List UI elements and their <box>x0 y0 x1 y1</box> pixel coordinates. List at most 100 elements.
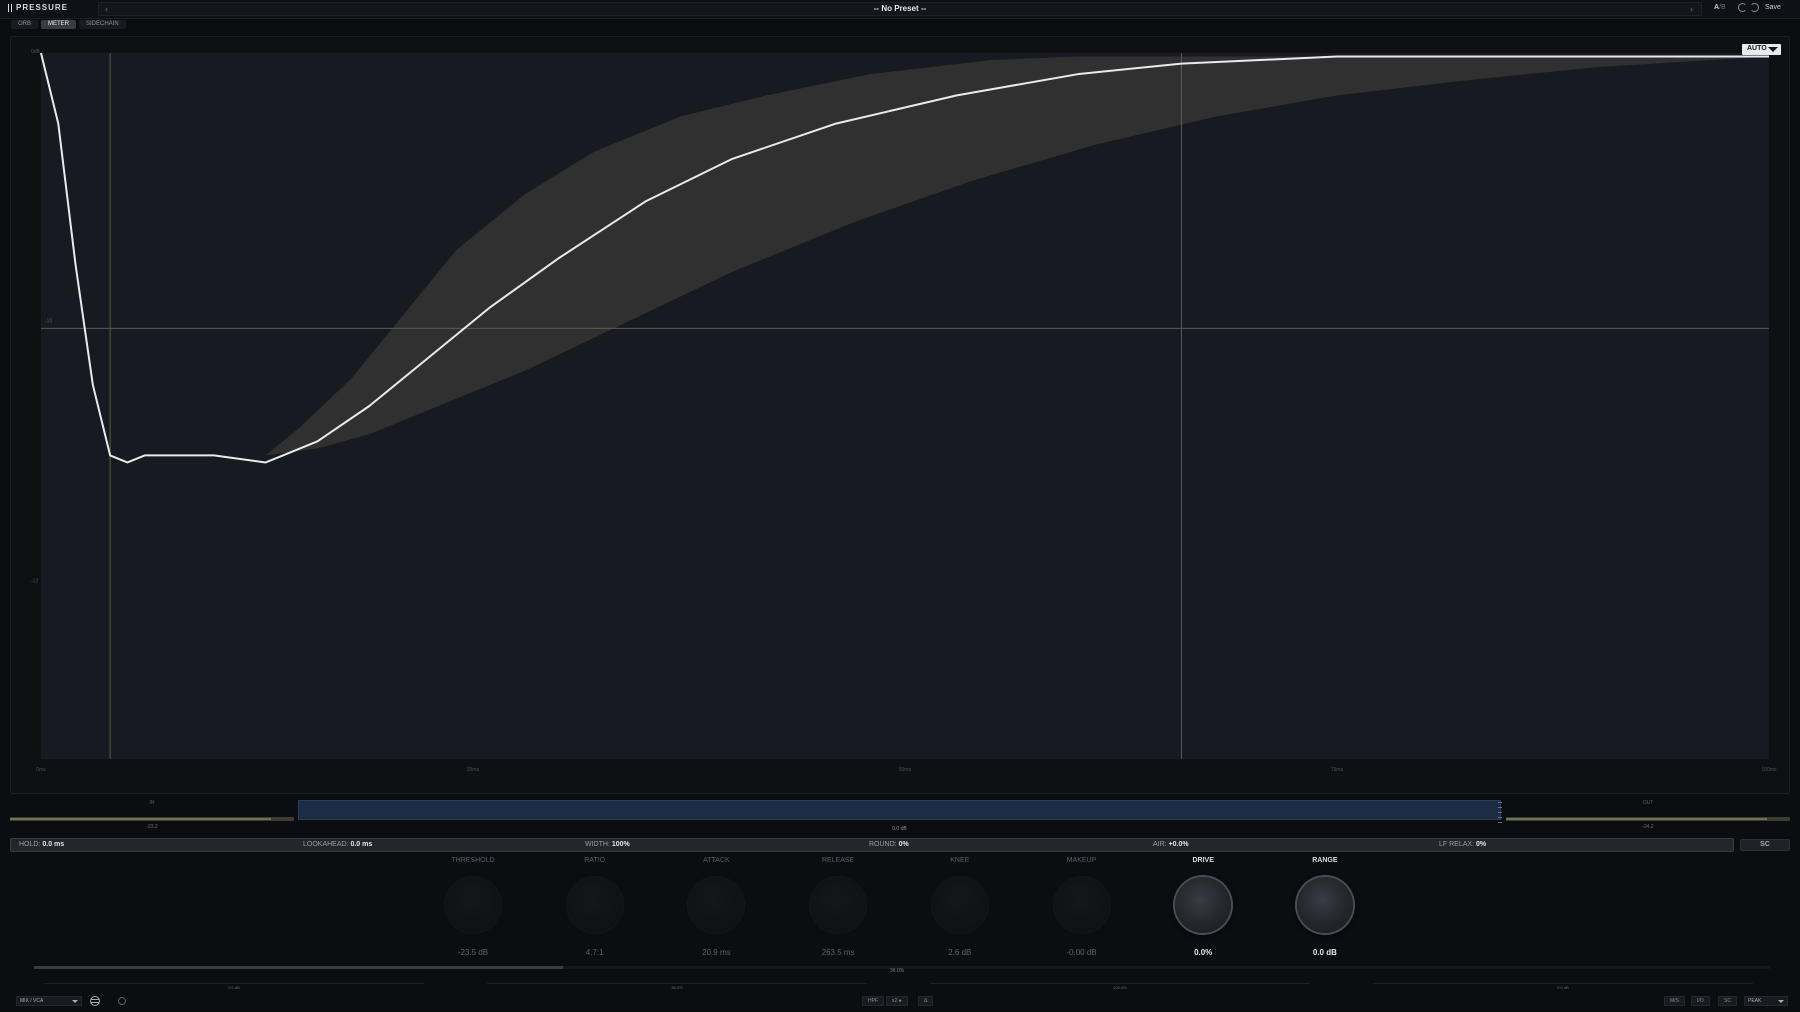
knob-dial[interactable] <box>1175 877 1232 933</box>
tab-sidechain[interactable]: SIDECHAIN <box>79 20 126 29</box>
param-label: LOOKAHEAD: <box>303 841 349 848</box>
auto-scale-label: AUTO <box>1747 45 1767 52</box>
knob-label: RATIO <box>584 857 606 864</box>
footer-button-0[interactable]: HPF <box>862 996 884 1006</box>
footer-io-button[interactable]: I/O <box>1691 996 1710 1006</box>
sub-slider-2[interactable]: 36.0% <box>487 980 867 992</box>
knob-drive[interactable]: DRIVE 0.0% <box>1163 857 1243 957</box>
footer-button-1[interactable]: x2 ● <box>886 996 908 1006</box>
detection-select[interactable]: PEAK <box>1744 996 1788 1006</box>
x-tick-label: 100ms <box>1761 767 1777 773</box>
param-label: WIDTH: <box>585 841 610 848</box>
sub-slider-4[interactable]: 0.0 dB <box>1373 980 1753 992</box>
param-round[interactable]: ROUND: 0% <box>869 841 909 848</box>
param-width[interactable]: WIDTH: 100% <box>585 841 630 848</box>
knob-value: 20.9 ms <box>702 948 731 957</box>
input-meter-value: -23.2 <box>146 824 158 830</box>
gain-reduction-graph: 0ms 25ms 50ms 75ms 100ms 0dB -12 -10 AUTO <box>10 36 1790 794</box>
sub-slider-track <box>44 983 424 984</box>
knob-value: 263.5 ms <box>821 948 855 957</box>
param-value: 0% <box>898 841 909 848</box>
graph-svg: 0ms 25ms 50ms 75ms 100ms 0dB -12 -10 <box>31 49 1777 773</box>
param-label: ROUND: <box>869 841 897 848</box>
sub-slider-value: 36.0% <box>671 985 683 990</box>
advanced-params-strip: HOLD: 0.0 ms LOOKAHEAD: 0.0 ms WIDTH: 100%… <box>10 838 1734 852</box>
param-lf-relax[interactable]: LF RELAX: 0% <box>1439 841 1486 848</box>
undo-icon[interactable] <box>1738 3 1747 12</box>
y-tick-label: 0dB <box>31 49 41 55</box>
knob-label: RELEASE <box>821 857 855 864</box>
knob-label: ATTACK <box>703 857 730 864</box>
ab-b-label[interactable]: B <box>1721 4 1726 11</box>
view-tabs: ORB METER SIDECHAIN <box>11 20 126 29</box>
param-label: LF RELAX: <box>1439 841 1475 848</box>
footer-ms-button[interactable]: M/S <box>1664 996 1685 1006</box>
knob-release[interactable]: RELEASE 263.5 ms <box>798 857 878 957</box>
param-value: 0% <box>1475 841 1487 848</box>
redo-icon[interactable] <box>1750 3 1759 12</box>
x-tick-label: 0ms <box>36 767 46 773</box>
output-meter-value: -24.2 <box>1642 824 1654 830</box>
knob-value: 2.6 dB <box>948 948 972 957</box>
output-meter: OUT -24.2 <box>1506 800 1790 830</box>
sidechain-button[interactable]: SC <box>1740 839 1790 851</box>
sub-slider-3[interactable]: 100.0% <box>930 980 1310 992</box>
gain-reduction-value: 0.0 dB <box>892 826 907 832</box>
knob-dial[interactable] <box>931 877 988 933</box>
knob-value: 0.0 dB <box>1312 948 1337 957</box>
sub-slider-value: 100.0% <box>1113 985 1127 990</box>
footer-sc-button[interactable]: SC <box>1718 996 1737 1006</box>
param-label: HOLD: <box>19 841 41 848</box>
output-meter-label: OUT <box>1642 800 1654 806</box>
detection-select-value: PEAK <box>1748 998 1762 1004</box>
preset-next-button[interactable]: › <box>1690 4 1693 14</box>
param-hold[interactable]: HOLD: 0.0 ms <box>19 841 64 848</box>
sub-slider-value: 0.0 dB <box>1557 985 1569 990</box>
knob-range[interactable]: RANGE 0.0 dB <box>1285 857 1365 957</box>
input-meter-bar <box>10 817 294 821</box>
knob-dial[interactable] <box>1296 877 1353 933</box>
input-meter: IN -23.2 <box>10 800 294 830</box>
preset-name[interactable]: -- No Preset -- <box>99 4 1701 13</box>
knob-dial[interactable] <box>1053 877 1110 933</box>
param-air[interactable]: AIR: +0.0% <box>1153 841 1189 848</box>
knob-label: RANGE <box>1312 857 1338 864</box>
param-value: 0.0 ms <box>42 841 65 848</box>
param-value: +0.0% <box>1168 841 1189 848</box>
sub-slider-track <box>1373 983 1753 984</box>
knob-dial[interactable] <box>445 877 501 933</box>
app-logo: PRESSURE <box>8 3 68 12</box>
auto-scale-dropdown[interactable]: AUTO <box>1742 44 1781 55</box>
top-bar: PRESSURE ‹ -- No Preset -- › A/B Save <box>0 0 1800 19</box>
sub-slider-track <box>487 983 867 984</box>
knob-threshold[interactable]: THRESHOLD -23.5 dB <box>433 857 513 957</box>
knob-dial[interactable] <box>566 877 623 933</box>
knob-attack[interactable]: ATTACK 20.9 ms <box>676 857 756 957</box>
chevron-down-icon <box>1778 1000 1784 1003</box>
mode-select[interactable]: MIX / VCA <box>16 996 82 1006</box>
ab-compare-toggle[interactable]: A/B <box>1714 4 1726 11</box>
knob-knee[interactable]: KNEE 2.6 dB <box>920 857 1000 957</box>
knob-makeup[interactable]: MAKEUP -0.00 dB <box>1042 857 1122 957</box>
sub-slider-track <box>930 983 1310 984</box>
preset-selector[interactable]: ‹ -- No Preset -- › <box>98 2 1702 16</box>
param-lookahead[interactable]: LOOKAHEAD: 0.0 ms <box>303 841 372 848</box>
input-meter-fill <box>10 818 272 820</box>
knob-value: -23.5 dB <box>457 948 489 957</box>
tab-meter[interactable]: METER <box>41 20 77 29</box>
x-tick-label: 50ms <box>899 767 912 773</box>
knob-dial[interactable] <box>810 877 867 933</box>
param-label: AIR: <box>1153 841 1167 848</box>
sub-slider-1[interactable]: 0.0 dB <box>44 980 424 992</box>
globe-icon[interactable] <box>90 996 100 1006</box>
power-icon[interactable] <box>118 997 126 1005</box>
knob-dial[interactable] <box>688 877 745 933</box>
gr-meter-scale <box>1498 802 1502 828</box>
gain-reduction-meter <box>298 800 1501 820</box>
save-button[interactable]: Save <box>1765 4 1781 11</box>
output-meter-bar <box>1506 817 1790 821</box>
knob-ratio[interactable]: RATIO 4.7:1 <box>555 857 635 957</box>
input-meter-label: IN <box>149 800 155 806</box>
footer-button-2[interactable]: Δ <box>918 996 934 1006</box>
tab-orb[interactable]: ORB <box>11 20 39 29</box>
